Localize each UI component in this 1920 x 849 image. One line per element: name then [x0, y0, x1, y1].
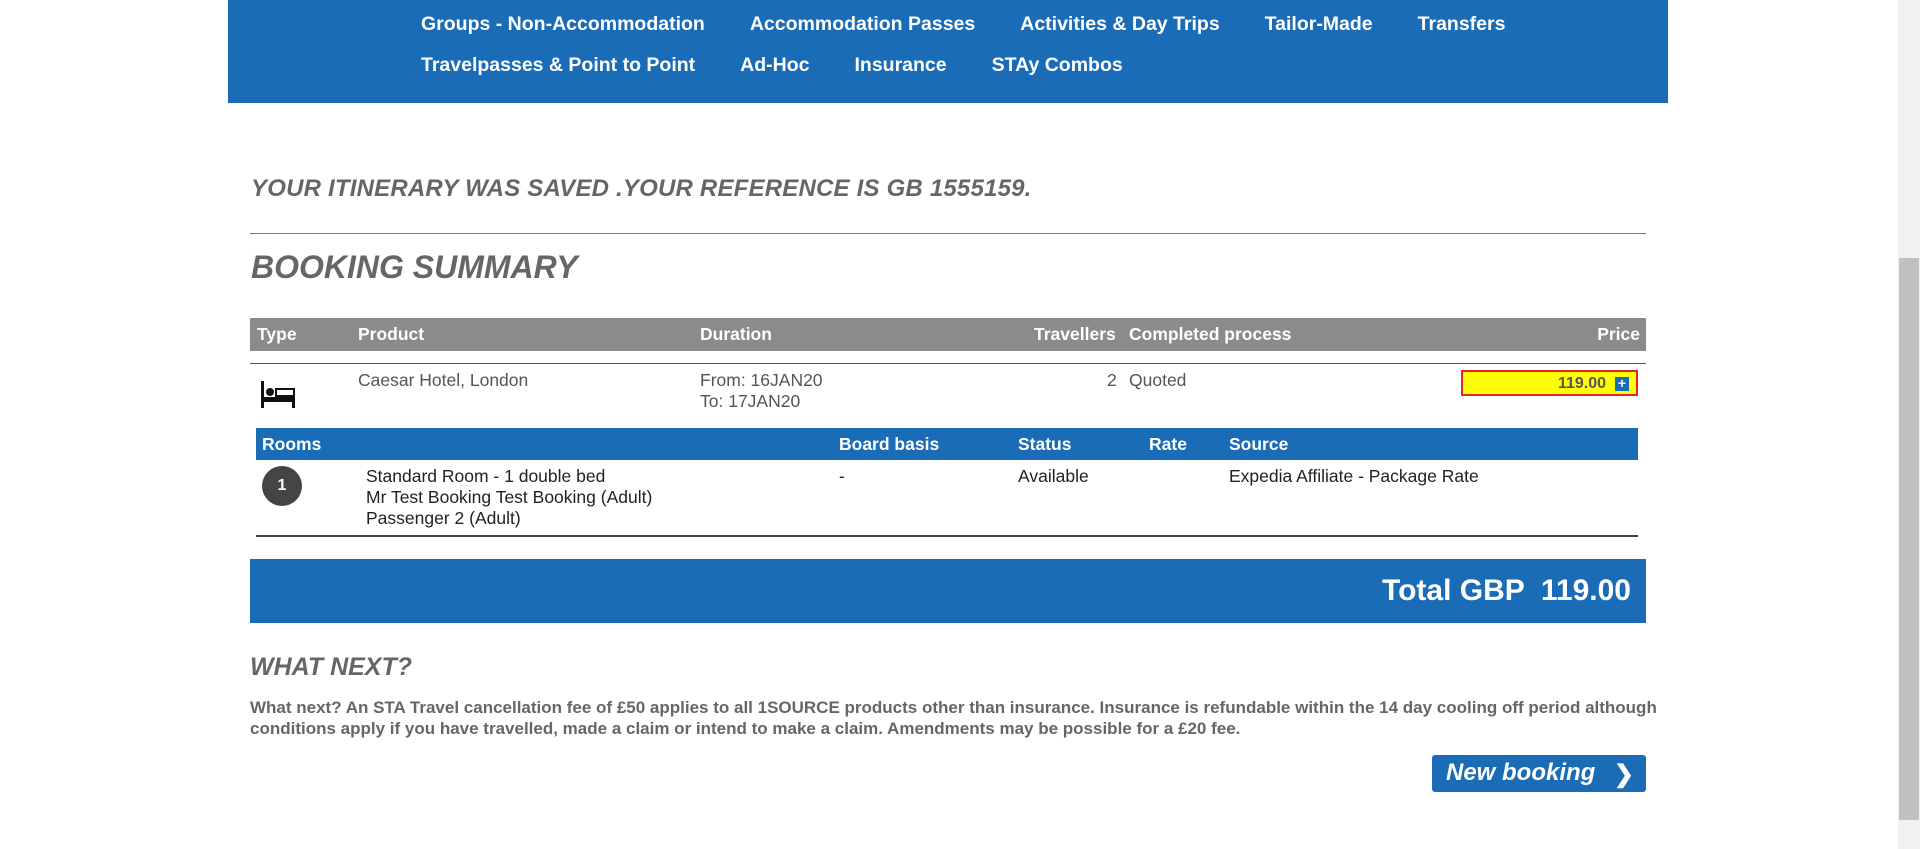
saved-message: YOUR ITINERARY WAS SAVED .YOUR REFERENCE…: [251, 175, 1032, 202]
header-completed-process: Completed process: [1129, 324, 1292, 344]
header-product: Product: [358, 324, 425, 344]
top-navigation: Groups - Non-Accommodation Accommodation…: [228, 0, 1668, 103]
board-basis: -: [839, 466, 845, 486]
price-toggle[interactable]: 119.00 +: [1461, 370, 1638, 396]
nav-groups-non-accommodation[interactable]: Groups - Non-Accommodation: [421, 12, 705, 36]
header-rooms: Rooms: [262, 434, 322, 454]
expand-icon[interactable]: +: [1615, 376, 1629, 391]
divider: [250, 233, 1646, 234]
booking-summary-title: BOOKING SUMMARY: [251, 249, 578, 285]
room-row: 1 Standard Room - 1 double bed Mr Test B…: [256, 462, 1638, 537]
rooms-table-header: Rooms Board basis Status Rate Source: [256, 428, 1638, 460]
what-next-title: WHAT NEXT?: [250, 653, 413, 681]
bed-icon: [261, 381, 295, 408]
total-amount: Total GBP 119.00: [1381, 574, 1631, 607]
nav-insurance[interactable]: Insurance: [854, 53, 946, 77]
header-travellers: Travellers: [1034, 324, 1116, 344]
booking-table-header: Type Product Duration Travellers Complet…: [250, 318, 1646, 351]
nav-row-1: Groups - Non-Accommodation Accommodation…: [421, 12, 1550, 36]
chevron-right-icon: ❯: [1613, 761, 1634, 788]
nav-accommodation-passes[interactable]: Accommodation Passes: [750, 12, 975, 36]
header-rate: Rate: [1149, 434, 1187, 454]
booking-row: Caesar Hotel, London From: 16JAN20 To: 1…: [250, 368, 1646, 428]
nav-activities-day-trips[interactable]: Activities & Day Trips: [1020, 12, 1219, 36]
header-status: Status: [1018, 434, 1072, 454]
new-booking-label: New booking: [1446, 759, 1596, 786]
nav-transfers[interactable]: Transfers: [1418, 12, 1506, 36]
header-source: Source: [1229, 434, 1289, 454]
room-source: Expedia Affiliate - Package Rate: [1229, 466, 1479, 486]
total-bar: Total GBP 119.00: [250, 559, 1646, 623]
what-next-text: What next? An STA Travel cancellation fe…: [250, 698, 1657, 738]
nav-row-2: Travelpasses & Point to Point Ad-Hoc Ins…: [421, 53, 1168, 77]
new-booking-button[interactable]: New booking ❯: [1432, 755, 1646, 792]
header-duration: Duration: [700, 324, 772, 344]
duration-to: To: 17JAN20: [700, 391, 801, 411]
header-type: Type: [257, 324, 297, 344]
divider: [250, 363, 1646, 364]
completed-process: Quoted: [1129, 370, 1187, 390]
nav-ad-hoc[interactable]: Ad-Hoc: [740, 53, 809, 77]
header-board-basis: Board basis: [839, 434, 940, 454]
header-price: Price: [1597, 324, 1640, 344]
scrollbar-thumb[interactable]: [1899, 258, 1919, 820]
nav-stay-combos[interactable]: STAy Combos: [992, 53, 1123, 77]
room-number-badge: 1: [262, 466, 302, 506]
nav-travelpasses[interactable]: Travelpasses & Point to Point: [421, 53, 695, 77]
product-name: Caesar Hotel, London: [358, 370, 529, 390]
passenger-1: Mr Test Booking Test Booking (Adult): [366, 487, 653, 507]
travellers-count: 2: [1107, 370, 1117, 390]
price-value: 119.00: [1557, 375, 1606, 392]
room-type: Standard Room - 1 double bed: [366, 466, 606, 486]
passenger-2: Passenger 2 (Adult): [366, 508, 521, 528]
duration-from: From: 16JAN20: [700, 370, 823, 390]
nav-tailor-made[interactable]: Tailor-Made: [1265, 12, 1373, 36]
room-status: Available: [1018, 466, 1089, 486]
divider: [256, 535, 1638, 537]
